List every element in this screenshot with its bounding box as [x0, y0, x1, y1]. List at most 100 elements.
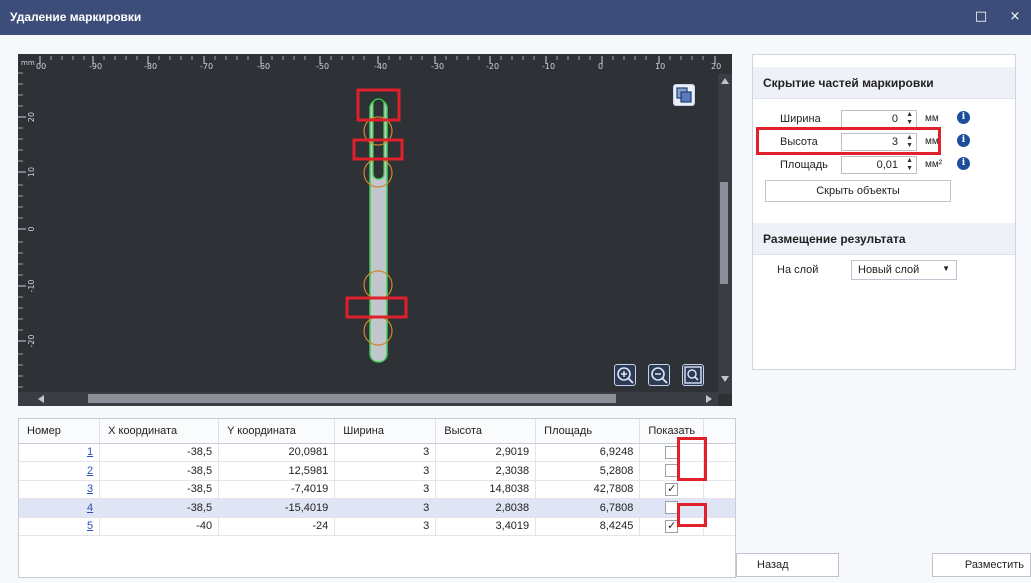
table-cell-area: 6,9248	[535, 443, 641, 462]
area-label: Площадь	[780, 159, 828, 171]
table-cell-h: 14,8038	[435, 480, 537, 499]
width-unit: мм	[925, 113, 939, 124]
ruler-label: 20	[711, 62, 721, 71]
table-cell-num[interactable]: 5	[19, 517, 101, 536]
table-cell-area: 5,2808	[535, 461, 641, 481]
ruler-label: -20	[27, 334, 36, 347]
table-cell-spacer	[703, 443, 735, 462]
layer-select-value: Новый слой	[858, 264, 920, 276]
place-button[interactable]: Разместить	[932, 553, 1031, 577]
col-header-spacer	[703, 419, 735, 444]
table-cell-w: 3	[334, 443, 437, 462]
horizontal-scroll-thumb[interactable]	[88, 394, 616, 403]
preview-canvas[interactable]: mm 00 -90 -80 -70 -60 -50 -40 -30 -20 -10 0 10 20 20 1…	[18, 54, 732, 406]
col-header[interactable]: Y координата	[218, 419, 336, 444]
back-button[interactable]: Назад	[736, 553, 839, 577]
table-cell-num[interactable]: 1	[19, 443, 101, 462]
zoom-out-button[interactable]	[648, 364, 670, 386]
row-number-link[interactable]: 4	[87, 502, 93, 514]
col-header[interactable]: Площадь	[535, 419, 641, 444]
table-cell-w: 3	[334, 498, 437, 518]
table-cell-num[interactable]: 3	[19, 480, 101, 499]
table-cell-h: 3,4019	[435, 517, 537, 536]
ruler-label: 10	[27, 167, 36, 177]
ruler-label: -70	[200, 62, 213, 71]
row-number-link[interactable]: 2	[87, 465, 93, 477]
ruler-label: -40	[374, 62, 387, 71]
col-header[interactable]: X координата	[99, 419, 220, 444]
window-title: Удаление маркировки	[10, 10, 142, 24]
ruler-label: -60	[257, 62, 270, 71]
ruler-label: -10	[27, 279, 36, 292]
table-row[interactable]: 5 -40 -24 3 3,4019 8,4245 ✓	[19, 517, 735, 536]
col-header[interactable]: Высота	[435, 419, 537, 444]
settings-panel: Скрытие частей маркировки Ширина 0 ▲ ▼ мм…	[752, 54, 1016, 370]
spinner-arrows-icon[interactable]: ▲ ▼	[906, 111, 913, 127]
ruler-label: 20	[27, 112, 36, 122]
width-label: Ширина	[780, 113, 821, 125]
table-cell-w: 3	[334, 461, 437, 481]
chevron-down-icon: ▼	[942, 264, 950, 273]
col-header[interactable]: Ширина	[334, 419, 437, 444]
col-header[interactable]: Номер	[19, 419, 101, 444]
maximize-button[interactable]: □	[972, 8, 990, 26]
table-cell-x: -40	[99, 517, 220, 536]
row-number-link[interactable]: 5	[87, 520, 93, 532]
table-cell-w: 3	[334, 480, 437, 499]
table-row[interactable]: 2 -38,5 12,5981 3 2,3038 5,2808	[19, 461, 735, 481]
layer-select[interactable]: Новый слой ▼	[851, 260, 957, 280]
row-number-link[interactable]: 1	[87, 446, 93, 458]
table-cell-spacer	[703, 480, 735, 499]
table-cell-spacer	[703, 517, 735, 536]
table-cell-y: -24	[218, 517, 336, 536]
area-spinner[interactable]: 0,01 ▲ ▼	[841, 156, 917, 174]
table-row[interactable]: 1 -38,5 20,0981 3 2,9019 6,9248	[19, 443, 735, 462]
area-unit: мм²	[925, 159, 943, 170]
close-button[interactable]: ×	[1006, 8, 1024, 26]
area-value[interactable]: 0,01	[877, 159, 898, 171]
table-header: Номер X координата Y координата Ширина В…	[19, 419, 735, 444]
hide-objects-button[interactable]: Скрыть объекты	[765, 180, 951, 202]
table-cell-x: -38,5	[99, 480, 220, 499]
table-cell-x: -38,5	[99, 443, 220, 462]
table-row[interactable]: 3 -38,5 -7,4019 3 14,8038 42,7808 ✓	[19, 480, 735, 499]
table-cell-h: 2,9019	[435, 443, 537, 462]
row-number-link[interactable]: 3	[87, 483, 93, 495]
ruler-label: 00	[36, 62, 46, 71]
zoom-fit-icon	[684, 366, 702, 384]
table-cell-show: ✓	[639, 480, 705, 499]
table-cell-spacer	[703, 498, 735, 518]
ruler-label: -90	[89, 62, 102, 71]
zoom-fit-button[interactable]	[682, 364, 704, 386]
zoom-in-button[interactable]	[614, 364, 636, 386]
ruler-label: -30	[431, 62, 444, 71]
table-cell-num[interactable]: 4	[19, 498, 101, 518]
info-icon[interactable]: i	[957, 111, 970, 124]
table-cell-y: -7,4019	[218, 480, 336, 499]
table-cell-h: 2,8038	[435, 498, 537, 518]
zoom-in-icon	[617, 367, 634, 384]
highlight-box	[756, 127, 941, 155]
ruler-label: -80	[144, 62, 157, 71]
ruler-label: -10	[542, 62, 555, 71]
show-checkbox[interactable]: ✓	[665, 482, 679, 496]
info-icon[interactable]: i	[957, 134, 970, 147]
layer-label: На слой	[777, 264, 819, 276]
table-cell-y: 20,0981	[218, 443, 336, 462]
window-titlebar: Удаление маркировки □ ×	[0, 0, 1031, 35]
table-row[interactable]: 4 -38,5 -15,4019 3 2,8038 6,7808	[19, 498, 735, 518]
preview-svg[interactable]: mm 00 -90 -80 -70 -60 -50 -40 -30 -20 -10 0 10 20 20 1…	[18, 54, 732, 406]
layers-button[interactable]	[673, 84, 695, 106]
table-cell-num[interactable]: 2	[19, 461, 101, 481]
info-icon[interactable]: i	[957, 157, 970, 170]
place-group-title: Размещение результата	[753, 223, 1015, 255]
table-cell-spacer	[703, 461, 735, 481]
ruler-label: -50	[316, 62, 329, 71]
ruler-unit-label: mm	[21, 59, 35, 67]
vertical-scroll-thumb[interactable]	[720, 182, 728, 284]
width-value[interactable]: 0	[892, 113, 898, 125]
results-table[interactable]: Номер X координата Y координата Ширина В…	[18, 418, 736, 578]
width-spinner[interactable]: 0 ▲ ▼	[841, 110, 917, 128]
spinner-arrows-icon[interactable]: ▲ ▼	[906, 157, 913, 173]
table-cell-x: -38,5	[99, 498, 220, 518]
